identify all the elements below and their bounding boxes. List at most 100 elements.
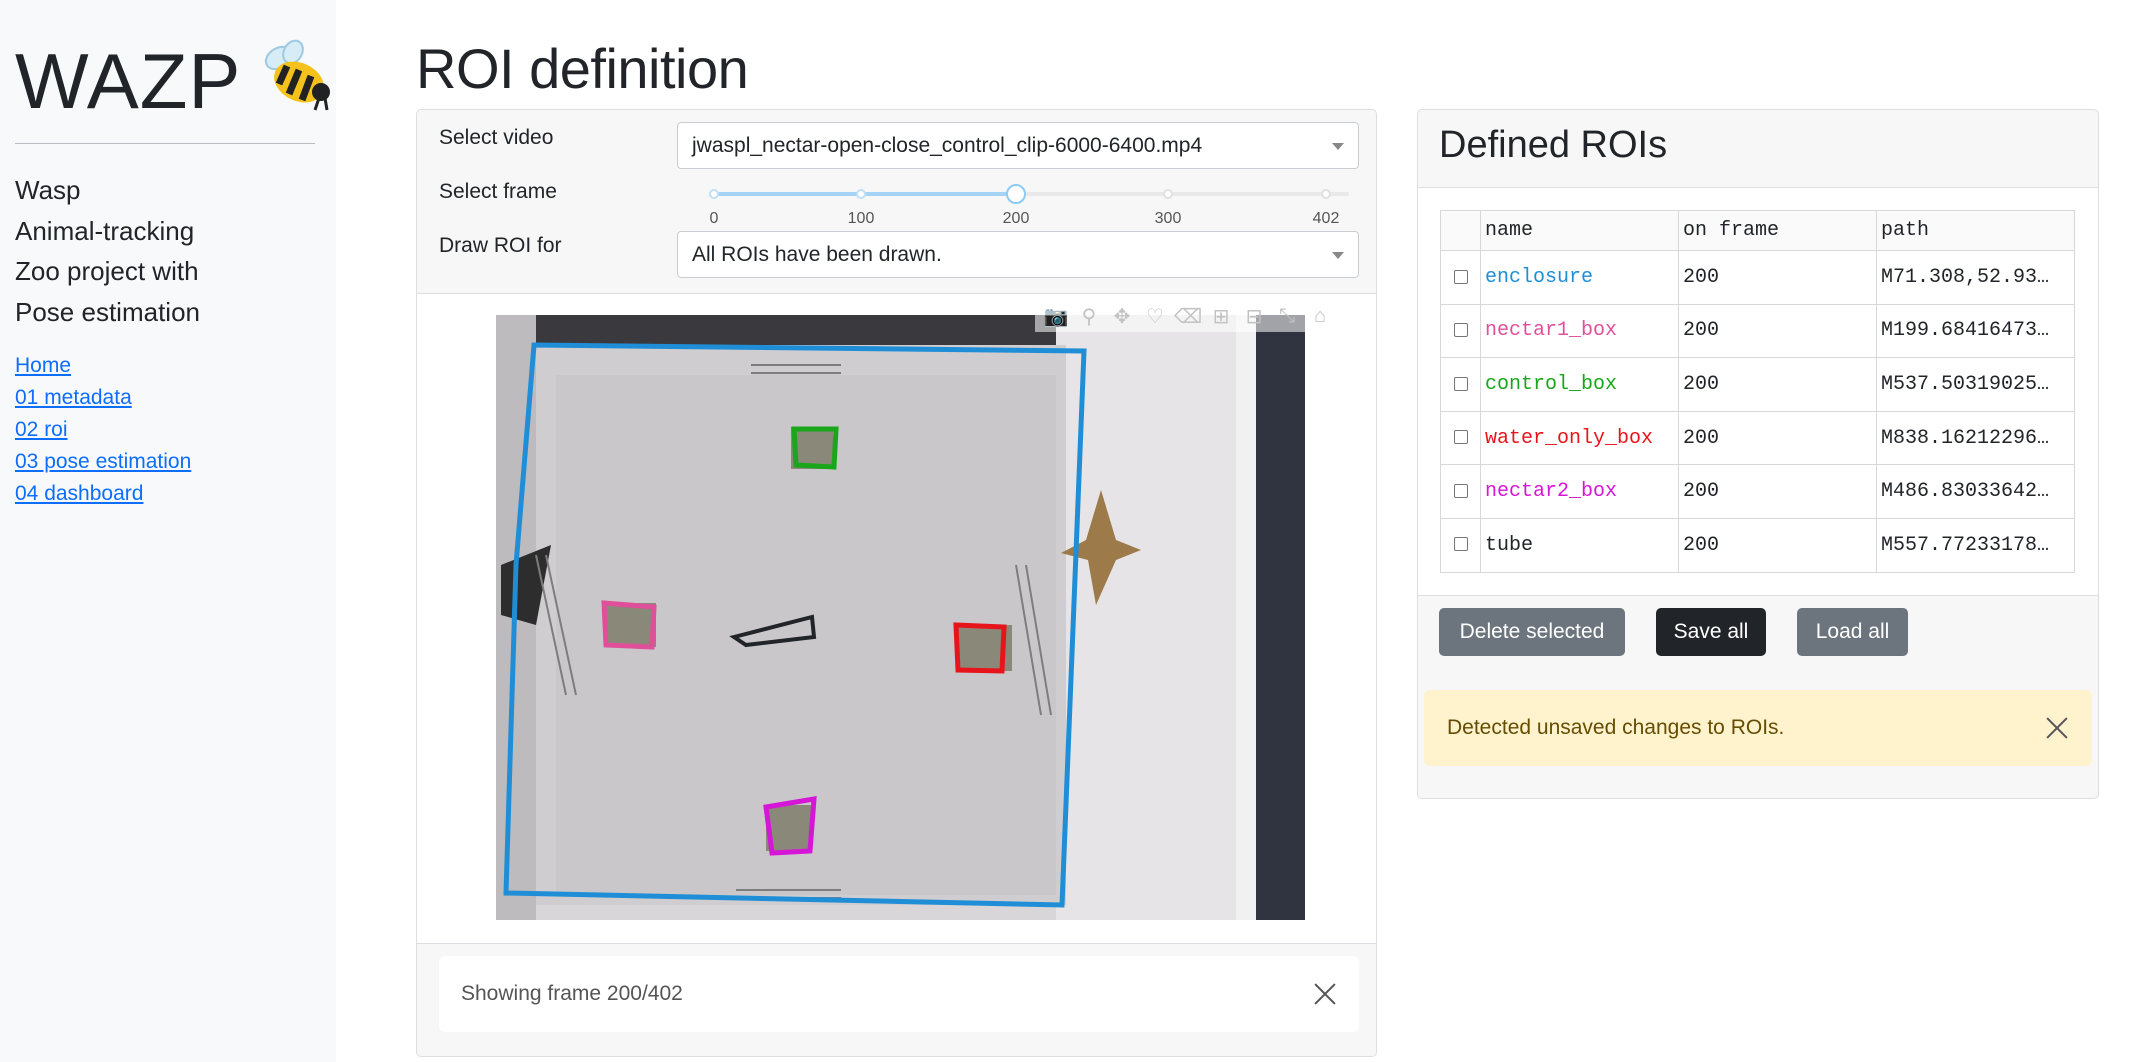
roi-path-cell[interactable]: M199.68416473…	[1876, 303, 2075, 359]
video-frame[interactable]	[496, 315, 1305, 920]
roi-name-cell[interactable]: tube	[1480, 517, 1679, 573]
tagline: Wasp Animal-tracking Zoo project with Po…	[15, 170, 200, 332]
roi-editor-card: Select video jwaspl_nectar-open-close_co…	[416, 109, 1377, 1057]
slider-mark: 100	[847, 210, 875, 227]
video-select-value: jwaspl_nectar-open-close_control_clip-60…	[692, 134, 1203, 157]
slider-mark: 300	[1154, 210, 1182, 227]
draw-roi-select[interactable]: All ROIs have been drawn.	[677, 231, 1359, 278]
column-header-path[interactable]: path	[1876, 210, 2075, 251]
autoscale-icon[interactable]: ⤡	[1272, 302, 1302, 330]
rois-table: name on frame path enclosure 200 M71.308,5…	[1440, 210, 2075, 573]
row-checkbox[interactable]	[1453, 430, 1468, 445]
draw-roi-label: Draw ROI for	[439, 234, 562, 257]
nav-link-pose-estimation[interactable]: 03 pose estimation	[15, 446, 191, 478]
reset-axes-icon[interactable]: ⌂	[1305, 302, 1335, 330]
roi-path-cell[interactable]: M557.77233178…	[1876, 517, 2075, 573]
nav-link-metadata[interactable]: 01 metadata	[15, 382, 191, 414]
table-row[interactable]: enclosure 200 M71.308,52.93…	[1440, 250, 2075, 305]
roi-frame-cell[interactable]: 200	[1678, 464, 1877, 519]
brand-name: WAZP	[15, 37, 242, 125]
nav-link-roi[interactable]: 02 roi	[15, 414, 191, 446]
warning-text: Detected unsaved changes to ROIs.	[1447, 716, 1785, 739]
row-select-cell	[1440, 517, 1481, 573]
zoom-icon[interactable]: ⚲	[1074, 302, 1104, 330]
roi-path-cell[interactable]: M486.83033642…	[1876, 464, 2075, 519]
rois-table-container: name on frame path enclosure 200 M71.308,5…	[1418, 188, 2098, 596]
sidebar-divider	[15, 143, 315, 144]
roi-frame-cell[interactable]: 200	[1678, 303, 1877, 359]
slider-dot	[856, 189, 866, 199]
row-checkbox[interactable]	[1453, 483, 1468, 498]
slider-handle[interactable]	[1006, 184, 1026, 204]
unsaved-changes-alert: Detected unsaved changes to ROIs.	[1424, 690, 2092, 766]
load-all-button[interactable]: Load all	[1797, 608, 1908, 656]
roi-frame-cell[interactable]: 200	[1678, 410, 1877, 466]
tagline-line: Wasp	[15, 175, 81, 205]
tagline-line: Animal-tracking	[15, 215, 195, 246]
page-title: ROI definition	[416, 37, 749, 100]
table-row[interactable]: control_box 200 M537.50319025…	[1440, 357, 2075, 412]
close-icon[interactable]	[2045, 716, 2069, 740]
row-checkbox[interactable]	[1453, 323, 1468, 338]
table-row[interactable]: water_only_box 200 M838.16212296…	[1440, 410, 2075, 466]
sidebar-nav: Home 01 metadata 02 roi 03 pose estimati…	[15, 350, 191, 510]
nav-link-home[interactable]: Home	[15, 350, 191, 382]
row-checkbox[interactable]	[1453, 376, 1468, 391]
slider-dot	[709, 189, 719, 199]
roi-path-cell[interactable]: M838.16212296…	[1876, 410, 2075, 466]
slider-mark: 200	[1002, 210, 1030, 227]
roi-frame-cell[interactable]: 200	[1678, 250, 1877, 305]
roi-path-cell[interactable]: M537.50319025…	[1876, 357, 2075, 412]
column-header-frame[interactable]: on frame	[1678, 210, 1877, 251]
nav-link-dashboard[interactable]: 04 dashboard	[15, 478, 191, 510]
slider-dot	[1163, 189, 1173, 199]
roi-name-cell[interactable]: nectar2_box	[1480, 464, 1679, 519]
table-row[interactable]: nectar2_box 200 M486.83033642…	[1440, 464, 2075, 519]
camera-icon[interactable]: 📷	[1041, 302, 1071, 330]
roi-frame-cell[interactable]: 200	[1678, 517, 1877, 573]
row-select-cell	[1440, 410, 1481, 466]
close-icon[interactable]	[1313, 982, 1337, 1006]
roi-path-cell[interactable]: M71.308,52.93…	[1876, 250, 2075, 305]
slider-dot	[1321, 189, 1331, 199]
tagline-line: Pose estimation	[15, 296, 200, 327]
row-select-cell	[1440, 464, 1481, 519]
delete-selected-button[interactable]: Delete selected	[1439, 608, 1625, 656]
roi-plot: 📷 ⚲ ✥ ♡ ⌫ ⊞ ⊟ ⤡ ⌂	[417, 293, 1376, 944]
row-select-cell	[1440, 303, 1481, 359]
row-checkbox[interactable]	[1453, 537, 1468, 552]
select-video-label: Select video	[439, 126, 554, 149]
roi-name-cell[interactable]: water_only_box	[1480, 410, 1679, 466]
zoom-out-icon[interactable]: ⊟	[1239, 302, 1269, 330]
slider-mark: 402	[1312, 210, 1340, 227]
frame-status-alert: Showing frame 200/402	[439, 956, 1359, 1032]
row-select-cell	[1440, 250, 1481, 305]
pan-icon[interactable]: ✥	[1107, 302, 1137, 330]
roi-name-cell[interactable]: nectar1_box	[1480, 303, 1679, 359]
sidebar: WAZP Wasp Animal-tracking Zoo project wi…	[0, 0, 336, 1062]
bee-icon	[257, 36, 335, 126]
erase-shape-icon[interactable]: ⌫	[1173, 302, 1203, 330]
table-header-row: name on frame path	[1440, 210, 2075, 251]
save-all-button[interactable]: Save all	[1656, 608, 1766, 656]
chevron-down-icon	[1332, 143, 1344, 150]
column-header-name[interactable]: name	[1480, 210, 1679, 251]
select-frame-label: Select frame	[439, 180, 557, 203]
roi-frame-cell[interactable]: 200	[1678, 357, 1877, 412]
table-row[interactable]: nectar1_box 200 M199.68416473…	[1440, 303, 2075, 359]
roi-name-cell[interactable]: control_box	[1480, 357, 1679, 412]
draw-roi-select-value: All ROIs have been drawn.	[692, 243, 942, 266]
frame-slider[interactable]: 0 100 200 300 402	[709, 173, 1349, 227]
status-text: Showing frame 200/402	[461, 982, 683, 1005]
plot-modebar: 📷 ⚲ ✥ ♡ ⌫ ⊞ ⊟ ⤡ ⌂	[1035, 300, 1341, 332]
draw-path-icon[interactable]: ♡	[1140, 302, 1170, 330]
chevron-down-icon	[1332, 252, 1344, 259]
table-row[interactable]: tube 200 M557.77233178…	[1440, 517, 2075, 573]
select-column-header	[1440, 210, 1481, 251]
row-select-cell	[1440, 357, 1481, 412]
zoom-in-icon[interactable]: ⊞	[1206, 302, 1236, 330]
video-select[interactable]: jwaspl_nectar-open-close_control_clip-60…	[677, 122, 1359, 169]
defined-rois-title: Defined ROIs	[1418, 110, 2098, 188]
roi-name-cell[interactable]: enclosure	[1480, 250, 1679, 305]
row-checkbox[interactable]	[1453, 269, 1468, 284]
